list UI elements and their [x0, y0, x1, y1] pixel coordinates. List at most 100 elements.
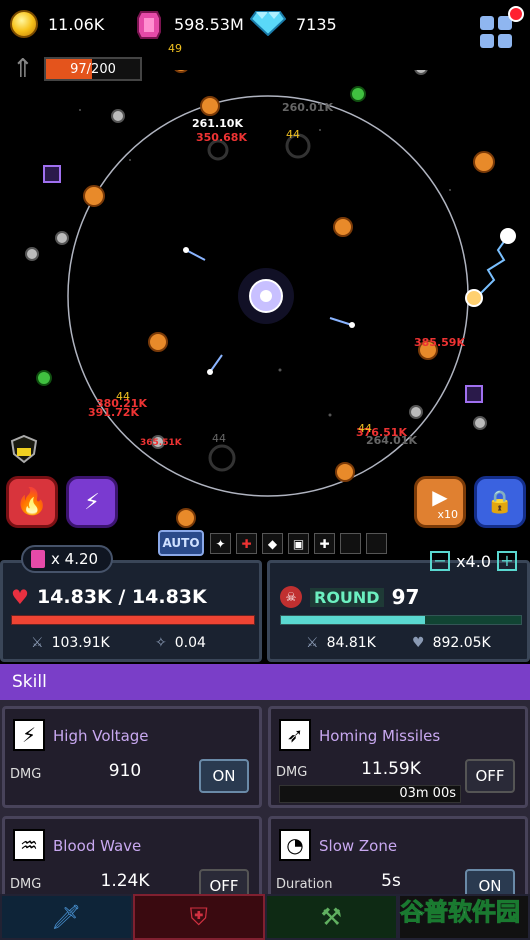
damage-number: 391.72K	[88, 406, 139, 419]
round-label: ROUND	[310, 587, 384, 607]
coin-drop: 49	[168, 42, 182, 55]
speed-minus-button[interactable]: −	[430, 551, 451, 571]
enemy-damage-stat: ⚔ 84.81K	[306, 635, 376, 651]
damage-number: 261.10K	[192, 117, 243, 130]
skill-toggle-button[interactable]: OFF	[465, 759, 515, 793]
skill-stat-label: DMG	[276, 765, 308, 780]
skill-stat-value: 910	[108, 761, 142, 781]
fire-skill-button[interactable]: 🔥	[6, 476, 58, 528]
hp-row: ♥ 14.83K / 14.83K	[11, 585, 207, 609]
sparkle-icon: ✧	[155, 635, 167, 651]
sword-icon: ⚔	[31, 635, 44, 651]
skill-section-header: Skill	[0, 664, 530, 700]
skill-card-high-voltage[interactable]: ⚡ High Voltage DMG 910 ON	[2, 706, 262, 808]
skill-stat-value: 1.24K	[100, 871, 150, 891]
damage-number: 385.59K	[414, 336, 465, 349]
speed-control: − x4.0 +	[430, 551, 517, 571]
buff-icon: ✚	[314, 533, 335, 554]
video-icon: ▶	[432, 485, 448, 509]
skill-name: Blood Wave	[53, 837, 142, 855]
hp-value: 14.83K / 14.83K	[36, 586, 207, 608]
skill-stat-value: 5s	[381, 871, 401, 891]
empty-buff-slot	[366, 533, 387, 554]
buff-icon: ◆	[262, 533, 283, 554]
menu-grid-button[interactable]	[480, 6, 524, 48]
blood-wave-icon: ♒	[13, 829, 45, 861]
storm-skill-button[interactable]: ⚡	[66, 476, 118, 528]
gem-multiplier: x 4.20	[51, 550, 99, 568]
skill-stat-label: DMG	[10, 767, 42, 782]
video-multiplier: x10	[437, 508, 458, 521]
damage-number: 260.01K	[282, 101, 333, 114]
nav-tab-utility[interactable]: ⚒	[265, 894, 398, 940]
buff-icon: ▣	[288, 533, 309, 554]
gold-coin-icon	[10, 10, 38, 38]
enemy-health-stat: ♥ 892.05K	[412, 635, 491, 651]
pink-gem-icon	[136, 10, 164, 39]
skill-name: High Voltage	[53, 727, 149, 745]
skill-card-homing-missiles[interactable]: ➶ Homing Missiles DMG 11.59K 03m 00s OFF	[268, 706, 528, 808]
skill-name: Homing Missiles	[319, 727, 441, 745]
crit-value: 0.04	[174, 635, 206, 651]
arena-field	[25, 70, 516, 528]
lightning-storm-icon: ⚡	[84, 489, 100, 515]
player-stats-panel: x 4.20 ♥ 14.83K / 14.83K ⚔ 103.91K ✧ 0.0…	[0, 545, 262, 662]
skill-stat-label: DMG	[10, 877, 42, 892]
nav-tab-attack[interactable]: 🗡	[0, 894, 133, 940]
gem-multiplier-badge[interactable]: x 4.20	[21, 545, 113, 573]
tools-icon: ⚒	[320, 903, 342, 931]
round-row: ☠ ROUND 97	[280, 585, 419, 609]
round-progress-fill	[281, 616, 425, 624]
locked-slot-button[interactable]: 🔒	[474, 476, 526, 528]
resource-bar: 11.06K 598.53M 7135	[0, 0, 530, 50]
shield-icon: ⛨	[189, 903, 208, 931]
slow-zone-icon: ◔	[279, 829, 311, 861]
auto-button[interactable]: AUTO	[158, 530, 204, 556]
damage-number: 264.01K	[366, 434, 417, 447]
video-reward-button[interactable]: ▶ x10	[414, 476, 466, 528]
enemy-damage-value: 84.81K	[326, 635, 376, 651]
missile-icon: ➶	[279, 719, 311, 751]
skill-stat-value: 11.59K	[361, 759, 421, 779]
crit-stat: ✧ 0.04	[155, 635, 206, 651]
sword-icon: 🗡	[51, 903, 82, 931]
heart-icon: ♥	[412, 635, 425, 651]
nav-tab-defense[interactable]: ⛨	[132, 894, 265, 940]
diamond-value: 7135	[296, 14, 337, 34]
speed-plus-button[interactable]: +	[497, 551, 517, 571]
buff-slots: ✦ ✚ ◆ ▣ ✚	[210, 533, 387, 554]
buff-icon: ✚	[236, 533, 257, 554]
lock-icon: 🔒	[486, 489, 514, 515]
diamond-counter: 7135	[249, 10, 337, 38]
attack-value: 103.91K	[51, 635, 110, 651]
notification-dot-icon	[508, 6, 524, 22]
empty-buff-slot	[340, 533, 361, 554]
round-stats-panel: − x4.0 + ☠ ROUND 97 ⚔ 84.81K ♥ 892.05K	[267, 551, 530, 662]
gold-value: 11.06K	[48, 14, 105, 34]
buff-icon: ✦	[210, 533, 231, 554]
watermark-logo: 谷普软件园	[400, 898, 521, 927]
hp-bar	[11, 615, 255, 625]
gem-value: 598.53M	[174, 14, 244, 34]
gem-icon	[31, 550, 45, 568]
enemy-health-value: 892.05K	[432, 635, 491, 651]
coin-drop: 44	[116, 390, 130, 403]
speed-value: x4.0	[456, 551, 491, 571]
diamond-icon	[249, 10, 287, 38]
coin-drop: 44	[212, 432, 226, 445]
attack-stat: ⚔ 103.91K	[31, 635, 110, 651]
hp-bar-fill	[12, 616, 254, 624]
high-voltage-icon: ⚡	[13, 719, 45, 751]
gold-counter: 11.06K	[10, 10, 104, 38]
sword-icon: ⚔	[306, 635, 319, 651]
round-progress-bar	[280, 615, 522, 625]
battle-arena: 261.10K 350.68K 260.01K 385.59K 380.21K …	[0, 42, 530, 530]
coin-drop: 44	[286, 128, 300, 141]
gem-counter: 598.53M	[136, 10, 244, 39]
round-value: 97	[391, 585, 420, 609]
flame-icon: 🔥	[15, 487, 49, 517]
stats-area: x 4.20 ♥ 14.83K / 14.83K ⚔ 103.91K ✧ 0.0…	[0, 545, 530, 664]
skill-toggle-button[interactable]: ON	[199, 759, 249, 793]
skull-icon: ☠	[280, 586, 302, 608]
heart-icon: ♥	[11, 585, 29, 609]
